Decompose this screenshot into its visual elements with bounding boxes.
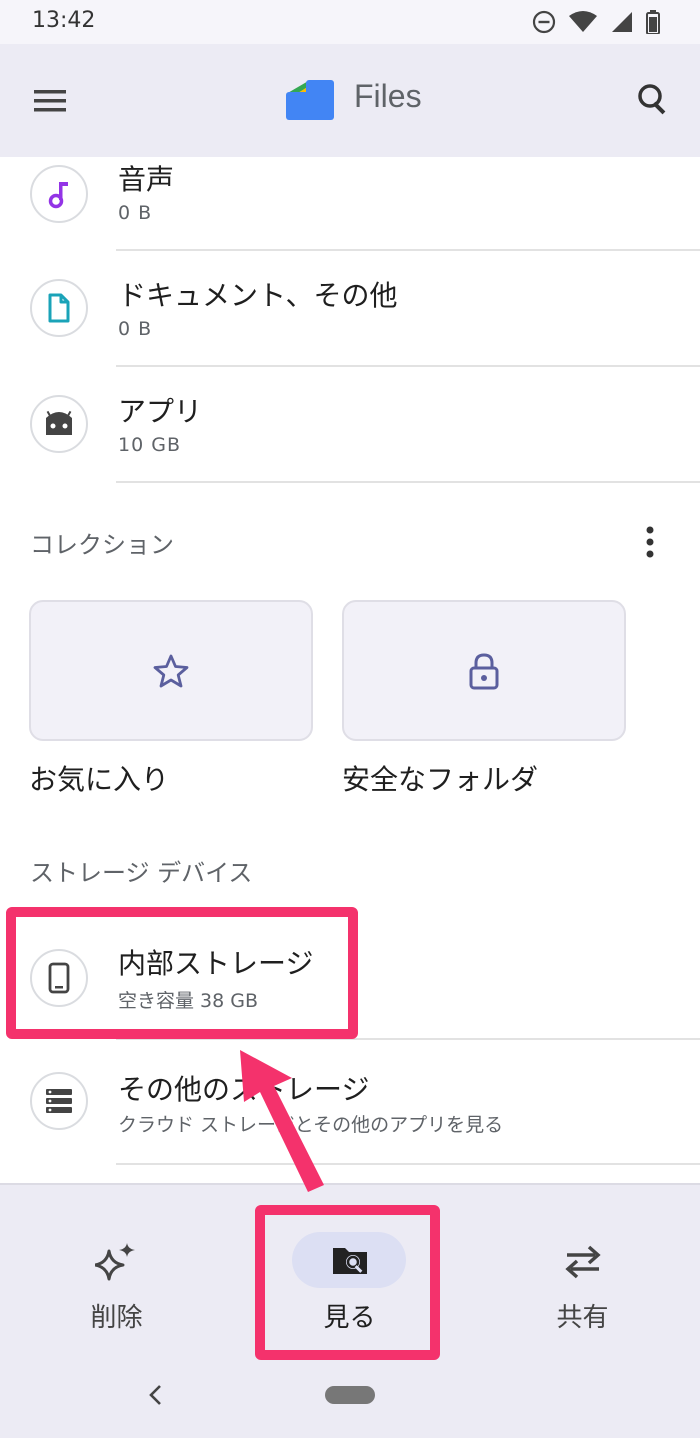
divider	[116, 1163, 700, 1165]
lock-icon	[469, 652, 499, 689]
annotation-arrow	[240, 1050, 324, 1192]
collections-heading: コレクション	[30, 531, 174, 559]
star-icon	[153, 654, 189, 687]
document-icon	[30, 279, 88, 337]
menu-icon[interactable]	[30, 84, 70, 118]
system-home-handle[interactable]	[325, 1386, 375, 1404]
category-title: アプリ	[118, 395, 203, 428]
app-title: Files	[354, 78, 422, 114]
battery-icon	[646, 10, 660, 34]
signal-icon	[612, 12, 632, 32]
category-size: 0 B	[118, 318, 153, 340]
favorites-card[interactable]	[29, 600, 313, 741]
status-bar: 13:42	[0, 0, 700, 44]
highlight-browse-tab	[255, 1205, 440, 1360]
swap-arrows-icon	[565, 1245, 601, 1279]
category-size: 10 GB	[118, 434, 181, 456]
sparkle-icon	[95, 1243, 135, 1281]
system-back-icon[interactable]	[142, 1380, 168, 1410]
divider	[116, 365, 700, 367]
search-icon[interactable]	[634, 80, 674, 120]
category-apps[interactable]: アプリ 10 GB	[0, 368, 700, 484]
nav-label: 削除	[90, 1303, 143, 1333]
divider	[116, 249, 700, 251]
storage-list-icon	[30, 1072, 88, 1130]
storage-heading: ストレージ デバイス	[30, 859, 253, 887]
category-title: 音声	[118, 163, 175, 196]
category-size: 0 B	[118, 202, 153, 224]
nav-label: 共有	[556, 1303, 609, 1333]
divider	[116, 481, 700, 483]
status-icons	[532, 8, 660, 36]
other-storage[interactable]: その他のストレージ クラウド ストレージとその他のアプリを見る	[0, 1044, 700, 1160]
highlight-internal-storage	[6, 907, 358, 1039]
category-documents[interactable]: ドキュメント、その他 0 B	[0, 252, 700, 368]
wifi-icon	[569, 11, 597, 32]
more-options-icon[interactable]	[634, 522, 666, 562]
status-time: 13:42	[32, 8, 96, 33]
nav-share[interactable]: 共有	[466, 1185, 699, 1345]
category-title: ドキュメント、その他	[118, 279, 398, 312]
favorites-label: お気に入り	[29, 763, 170, 796]
app-bar: Files	[0, 44, 700, 157]
nav-clean[interactable]: 削除	[0, 1185, 233, 1345]
android-icon	[30, 395, 88, 453]
safe-folder-card[interactable]	[342, 600, 626, 741]
safe-folder-label: 安全なフォルダ	[342, 763, 539, 796]
do-not-disturb-icon	[532, 10, 556, 34]
music-note-icon	[30, 165, 88, 223]
files-logo-icon	[286, 80, 334, 120]
